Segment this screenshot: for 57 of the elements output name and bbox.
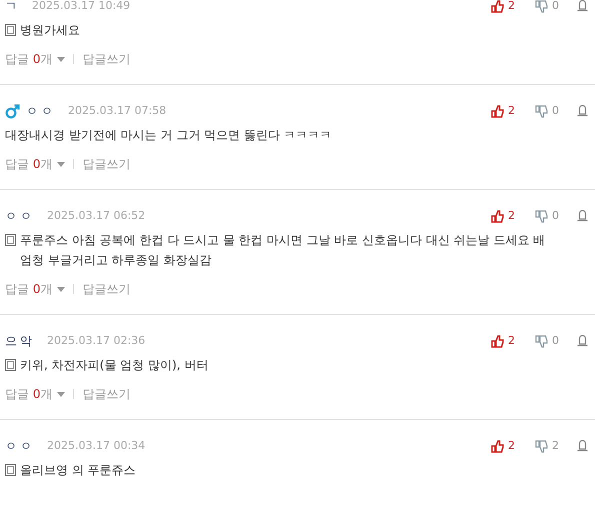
thumbs-down-icon[interactable] bbox=[535, 0, 548, 12]
author-name: ㄱ bbox=[5, 0, 20, 15]
thumbs-down-icon[interactable] bbox=[535, 104, 548, 118]
dislike-button[interactable]: 0 bbox=[535, 332, 559, 350]
thumbs-up-icon[interactable] bbox=[491, 440, 504, 452]
comment-text: 대장내시경 받기전에 마시는 거 그거 먹으면 뚫린다 ㅋㅋㅋㅋ bbox=[5, 127, 332, 144]
comment-text: 키위, 차전자피(물 엄청 많이), 버터 bbox=[20, 357, 208, 374]
thumbs-down-icon[interactable] bbox=[535, 440, 548, 452]
like-button[interactable]: 2 bbox=[491, 0, 515, 14]
memo-icon bbox=[5, 359, 16, 371]
write-reply-link[interactable]: 답글쓰기 bbox=[82, 385, 130, 403]
memo-icon bbox=[5, 464, 16, 476]
caret-icon bbox=[57, 56, 66, 62]
author-name: ㅇㅇ bbox=[5, 208, 35, 225]
dislike-button[interactable]: 0 bbox=[535, 102, 559, 120]
caret-icon bbox=[57, 392, 66, 396]
write-reply-link[interactable]: 답글쓰기 bbox=[82, 50, 130, 68]
report-icon[interactable] bbox=[577, 210, 588, 222]
caret-icon bbox=[57, 162, 66, 166]
comment-text: 올리브영 의 푸룬쥬스 bbox=[20, 462, 136, 479]
like-button[interactable]: 2 bbox=[491, 102, 515, 120]
like-button[interactable]: 2 bbox=[491, 208, 515, 224]
male-icon bbox=[5, 104, 20, 118]
memo-icon bbox=[5, 24, 16, 36]
write-reply-link[interactable]: 답글쓰기 bbox=[82, 280, 130, 298]
like-button[interactable]: 2 bbox=[491, 438, 515, 454]
write-reply-link[interactable]: 답글쓰기 bbox=[82, 155, 130, 173]
reply-count-link[interactable]: 답글 0개 bbox=[5, 280, 66, 298]
author-name: 으악 bbox=[5, 333, 35, 350]
dislike-button[interactable]: 0 bbox=[535, 208, 559, 224]
reply-count-link[interactable]: 답글 0개 bbox=[5, 50, 66, 68]
dislike-button[interactable]: 2 bbox=[535, 438, 559, 454]
like-button[interactable]: 2 bbox=[491, 332, 515, 350]
memo-icon bbox=[5, 234, 16, 246]
thumbs-up-icon[interactable] bbox=[491, 334, 504, 348]
comment-date: 2025.03.17 10:49 bbox=[32, 0, 130, 14]
comment-date: 2025.03.17 00:34 bbox=[47, 438, 146, 454]
reply-count-link[interactable]: 답글 0개 bbox=[5, 385, 66, 403]
comment-text: 병원가세요 bbox=[20, 22, 80, 39]
report-icon[interactable] bbox=[577, 105, 588, 117]
report-icon[interactable] bbox=[577, 0, 588, 12]
caret-icon bbox=[57, 286, 66, 292]
report-icon[interactable] bbox=[577, 440, 588, 452]
thumbs-up-icon[interactable] bbox=[491, 0, 504, 12]
thumbs-up-icon[interactable] bbox=[491, 104, 504, 118]
comment-text: 푸룬주스 아침 공복에 한컵 다 드시고 물 한컵 마시면 그날 바로 신호옵니다 대신 쉬는날 드세요 배 엄청 부글거리고 하루종일 화장실감 bbox=[20, 232, 546, 269]
report-icon[interactable] bbox=[577, 335, 588, 347]
comment-date: 2025.03.17 07:58 bbox=[68, 102, 166, 119]
thumbs-down-icon[interactable] bbox=[535, 210, 548, 222]
comment-date: 2025.03.17 06:52 bbox=[47, 208, 146, 224]
thumbs-down-icon[interactable] bbox=[535, 334, 548, 348]
author-name: ㅇㅇ bbox=[26, 103, 56, 120]
reply-count-link[interactable]: 답글 0개 bbox=[5, 155, 66, 173]
thumbs-up-icon[interactable] bbox=[491, 210, 504, 222]
author-name: ㅇㅇ bbox=[5, 438, 35, 455]
dislike-button[interactable]: 0 bbox=[535, 0, 559, 14]
comment-date: 2025.03.17 02:36 bbox=[47, 332, 146, 349]
